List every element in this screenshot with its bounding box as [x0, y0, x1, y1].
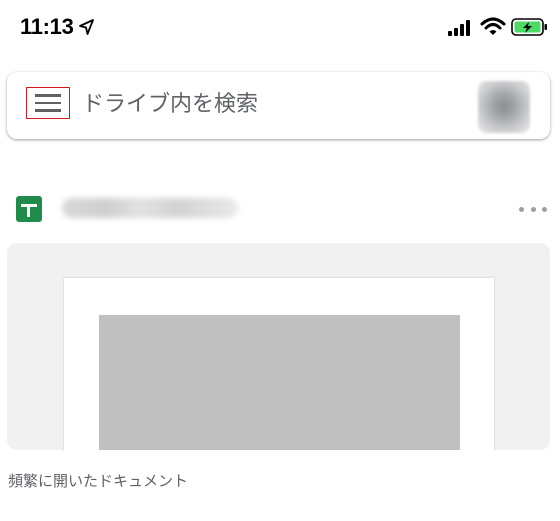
menu-button[interactable]: [26, 87, 70, 119]
more-options-button[interactable]: [519, 200, 547, 218]
wifi-icon: [480, 17, 506, 35]
section-heading-frequent-documents: 頻繁に開いたドキュメント: [8, 472, 189, 490]
battery-charging-icon: [511, 18, 547, 36]
file-row[interactable]: [0, 190, 560, 230]
google-sheets-icon: [16, 196, 42, 222]
document-preview-image: [99, 315, 460, 450]
status-bar: 11:13: [0, 0, 560, 56]
account-avatar[interactable]: [478, 81, 530, 133]
status-time: 11:13: [20, 14, 74, 39]
more-horizontal-icon: [519, 206, 524, 212]
hamburger-menu-icon: [35, 94, 61, 97]
location-arrow-icon: [79, 19, 94, 35]
file-preview-card[interactable]: [7, 243, 550, 450]
search-bar[interactable]: ドライブ内を検索: [7, 72, 550, 139]
cellular-signal-icon: [448, 20, 470, 36]
document-preview-page: [64, 278, 494, 450]
search-input[interactable]: ドライブ内を検索: [82, 90, 258, 120]
file-name-redacted: [62, 198, 238, 218]
